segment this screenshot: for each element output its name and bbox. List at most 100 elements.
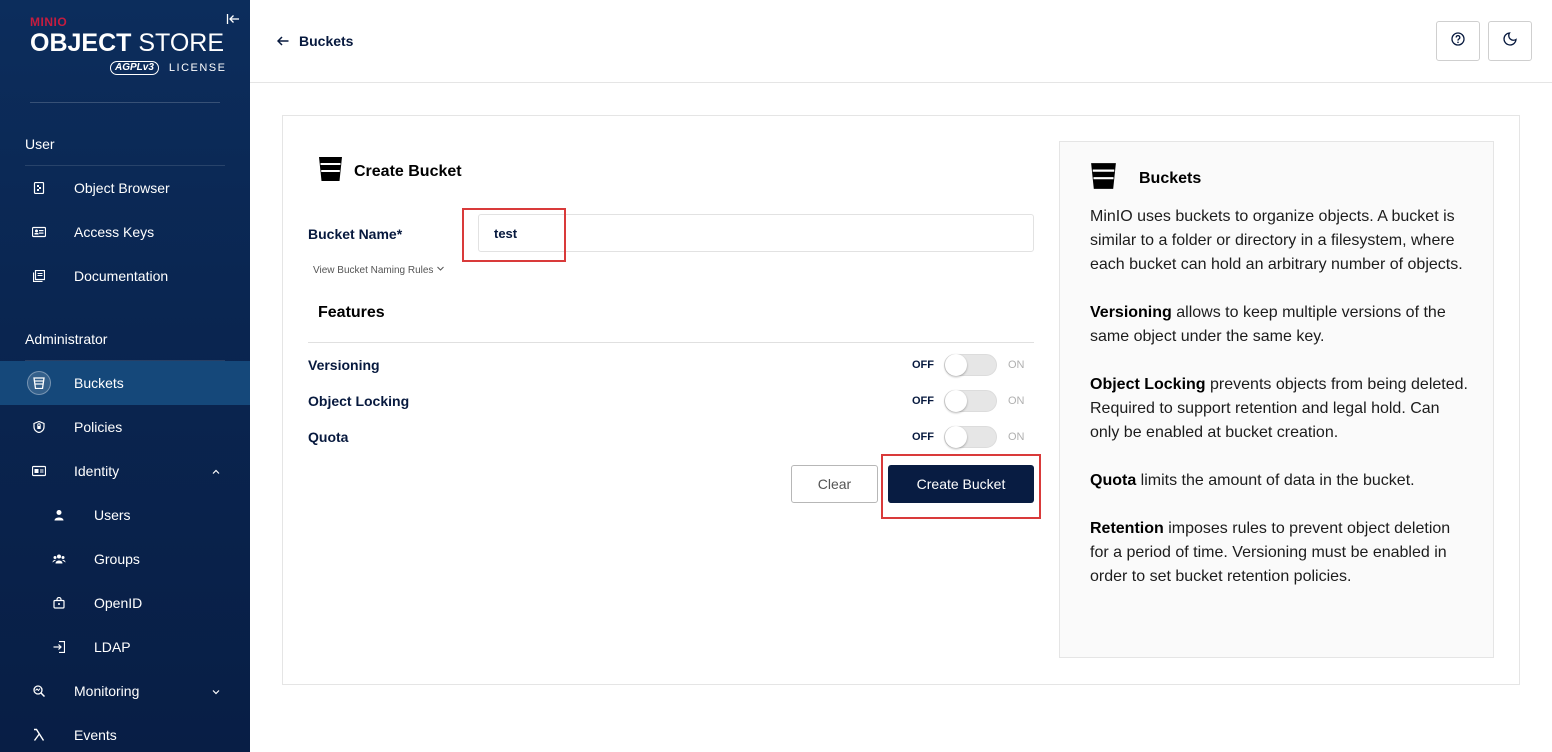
object-locking-toggle[interactable] <box>944 390 997 412</box>
sidebar-item-label: Identity <box>74 463 120 479</box>
help-button[interactable] <box>1436 21 1480 61</box>
help-term: Quota <box>1090 472 1137 489</box>
shield-icon <box>27 415 51 439</box>
sidebar-item-openid[interactable]: OpenID <box>0 581 250 625</box>
logo-divider <box>30 102 220 103</box>
help-term: Versioning <box>1090 304 1172 321</box>
back-link-label: Buckets <box>299 33 354 49</box>
feature-label: Object Locking <box>308 393 410 409</box>
sidebar: MINIO OBJECT STORE AGPLv3 LICENSE User O… <box>0 0 250 752</box>
bucket-name-input[interactable] <box>478 214 1034 252</box>
bucket-name-label: Bucket Name* <box>308 226 403 242</box>
logo-product-bold: OBJECT <box>30 29 132 57</box>
openid-icon <box>47 591 71 615</box>
toggle-off-label: OFF <box>912 359 934 371</box>
minio-logo[interactable]: MINIO OBJECT STORE AGPLv3 LICENSE <box>30 16 225 82</box>
logo-license: AGPLv3 LICENSE <box>110 61 226 75</box>
license-text: LICENSE <box>168 62 227 74</box>
access-keys-icon <box>27 220 51 244</box>
form-title: Create Bucket <box>318 156 462 187</box>
dark-mode-button[interactable] <box>1488 21 1532 61</box>
toggle-knob <box>945 354 967 376</box>
toggle-on-label: ON <box>1008 431 1025 443</box>
help-retention: Retention imposes rules to prevent objec… <box>1090 517 1470 589</box>
versioning-toggle[interactable] <box>944 354 997 376</box>
user-icon <box>47 503 71 527</box>
feature-row-quota: Quota OFF ON <box>308 423 1034 451</box>
documentation-icon <box>27 264 51 288</box>
naming-rules-label: View Bucket Naming Rules <box>313 264 434 276</box>
object-browser-icon <box>27 176 51 200</box>
page-header: Buckets <box>250 0 1552 83</box>
ldap-icon <box>47 635 71 659</box>
sidebar-item-policies[interactable]: Policies <box>0 405 250 449</box>
clear-button[interactable]: Clear <box>791 465 878 503</box>
sidebar-item-access-keys[interactable]: Access Keys <box>0 210 250 254</box>
toggle-on-label: ON <box>1008 359 1025 371</box>
chevron-down-icon[interactable] <box>210 685 222 697</box>
sidebar-item-object-browser[interactable]: Object Browser <box>0 166 250 210</box>
logo-product-rest: STORE <box>131 29 225 57</box>
bucket-icon <box>318 156 343 187</box>
toggle-knob <box>945 426 967 448</box>
sidebar-item-groups[interactable]: Groups <box>0 537 250 581</box>
feature-label: Quota <box>308 429 349 445</box>
logo-brand: MINIO <box>30 15 68 29</box>
feature-row-object-locking: Object Locking OFF ON <box>308 387 1034 415</box>
help-term: Retention <box>1090 520 1164 537</box>
help-icon <box>1451 31 1465 51</box>
sidebar-item-label: Groups <box>94 551 140 567</box>
sidebar-item-label: LDAP <box>94 639 131 655</box>
sidebar-item-events[interactable]: Events <box>0 713 250 752</box>
identity-icon <box>27 459 51 483</box>
sidebar-item-users[interactable]: Users <box>0 493 250 537</box>
groups-icon <box>47 547 71 571</box>
toggle-knob <box>945 390 967 412</box>
features-divider <box>308 342 1034 343</box>
sidebar-item-label: Access Keys <box>74 224 155 240</box>
agpl-badge: AGPLv3 <box>110 61 159 75</box>
sidebar-item-documentation[interactable]: Documentation <box>0 254 250 298</box>
lambda-icon <box>27 723 51 747</box>
create-bucket-button[interactable]: Create Bucket <box>888 465 1034 503</box>
quota-toggle[interactable] <box>944 426 997 448</box>
naming-rules-link[interactable]: View Bucket Naming Rules <box>313 264 445 276</box>
logo-product: OBJECT STORE <box>30 30 225 56</box>
bucket-icon <box>27 371 51 395</box>
sidebar-item-label: Object Browser <box>74 180 170 196</box>
form-title-label: Create Bucket <box>354 162 462 180</box>
bucket-icon <box>1090 162 1117 195</box>
arrow-left-icon <box>276 33 289 49</box>
toggle-off-label: OFF <box>912 395 934 407</box>
toggle-off-label: OFF <box>912 431 934 443</box>
feature-row-versioning: Versioning OFF ON <box>308 351 1034 379</box>
section-title-administrator: Administrator <box>25 331 108 347</box>
chevron-down-icon <box>436 264 445 276</box>
sidebar-item-identity[interactable]: Identity <box>0 449 250 493</box>
features-title: Features <box>318 304 385 321</box>
sidebar-item-label: Users <box>94 507 131 523</box>
monitoring-icon <box>27 679 51 703</box>
sidebar-item-label: Buckets <box>74 375 124 391</box>
help-desc: limits the amount of data in the bucket. <box>1136 472 1415 489</box>
help-quota: Quota limits the amount of data in the b… <box>1090 469 1470 493</box>
sidebar-item-buckets[interactable]: Buckets <box>0 361 250 405</box>
back-link[interactable]: Buckets <box>276 33 354 49</box>
help-intro: MinIO uses buckets to organize objects. … <box>1090 208 1463 273</box>
chevron-up-icon[interactable] <box>210 465 222 477</box>
sidebar-item-monitoring[interactable]: Monitoring <box>0 669 250 713</box>
sidebar-item-label: Documentation <box>74 268 169 284</box>
sidebar-item-ldap[interactable]: LDAP <box>0 625 250 669</box>
sidebar-item-label: OpenID <box>94 595 143 611</box>
help-locking: Object Locking prevents objects from bei… <box>1090 373 1470 445</box>
sidebar-item-label: Events <box>74 727 117 743</box>
feature-label: Versioning <box>308 357 380 373</box>
help-versioning: Versioning allows to keep multiple versi… <box>1090 301 1470 349</box>
sidebar-item-label: Policies <box>74 419 123 435</box>
dark-mode-icon <box>1503 31 1517 51</box>
help-title: Buckets <box>1090 162 1201 195</box>
collapse-sidebar-icon[interactable] <box>226 12 240 26</box>
help-term: Object Locking <box>1090 376 1206 393</box>
help-box: Buckets MinIO uses buckets to organize o… <box>1059 141 1494 658</box>
help-text: MinIO uses buckets to organize objects. … <box>1090 205 1470 613</box>
